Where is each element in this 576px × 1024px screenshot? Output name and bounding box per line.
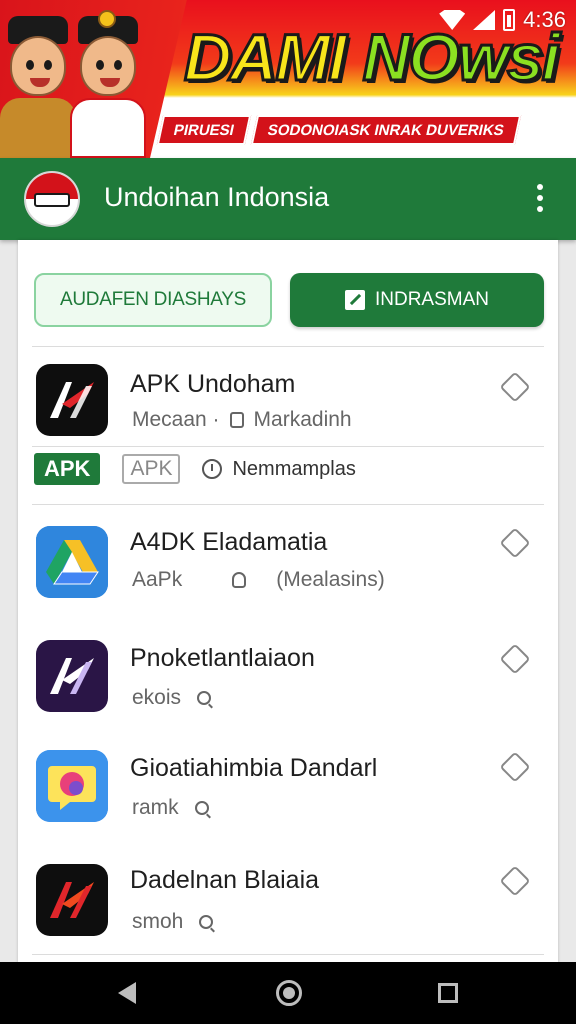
tag-text: Nemmamplas (232, 457, 356, 480)
filled-action-label: INDRASMAN (374, 289, 489, 310)
app-name: Dadelnan Blaiaia (130, 866, 320, 894)
mascot-boy-illustration (0, 8, 76, 158)
divider (32, 954, 544, 955)
app-meta-text: AaPk (132, 568, 183, 591)
storage-icon (229, 412, 244, 428)
app-meta-text: ramk (132, 796, 179, 819)
apk-tag-outline[interactable]: APK (122, 454, 181, 484)
mascot-girl-illustration (70, 8, 146, 158)
tag-row: APK APK Nemmamplas (34, 452, 356, 486)
system-navigation-bar (0, 962, 576, 1024)
banner-ribbon-2: SODONOIASK INRAK DUVERIKS (250, 115, 522, 145)
search-icon (197, 691, 212, 705)
banner-headline-part-1: DAMI (183, 20, 349, 94)
app-name: A4DK Eladamatia (130, 528, 328, 556)
banner-ribbon-1: PIRUESI (156, 115, 252, 145)
battery-icon (503, 9, 516, 31)
app-list-item[interactable]: Gioatiahimbia Dandarl ramk (18, 738, 558, 848)
favorite-icon[interactable] (499, 865, 531, 897)
divider (32, 504, 544, 505)
filled-action-button[interactable]: INDRASMAN (290, 273, 544, 327)
status-time: 4:36 (523, 7, 566, 32)
app-meta-text: Markadinh (253, 408, 352, 431)
wifi-icon (439, 10, 466, 30)
app-name: Pnoketlantlaiaon (130, 644, 315, 672)
app-icon-purple (36, 640, 108, 712)
back-icon[interactable] (118, 982, 136, 1004)
recent-apps-icon[interactable] (438, 983, 458, 1003)
apk-tag-filled[interactable]: APK (34, 453, 101, 485)
app-icon-dark-red (36, 864, 108, 936)
home-icon[interactable] (276, 980, 302, 1006)
app-meta: ramk (132, 796, 209, 820)
search-icon (194, 801, 209, 815)
clock-icon (202, 459, 223, 479)
status-bar: 4:36 (439, 6, 566, 34)
app-title: Undoihan Indonsia (104, 182, 330, 212)
app-list-item[interactable]: Pnoketlantlaiaon ekois (18, 626, 558, 736)
app-meta: smoh (132, 910, 214, 934)
app-meta-text: (Mealasins) (276, 568, 385, 591)
edit-icon (344, 290, 365, 310)
app-bar: Undoihan Indonsia (0, 158, 576, 240)
search-icon (199, 915, 214, 929)
outline-action-button[interactable]: AUDAFEN DIASHAYS (34, 273, 272, 327)
overflow-menu-icon[interactable] (530, 178, 550, 218)
app-list-item[interactable]: APK Undoham Mecaan · Markadinh (18, 346, 558, 456)
app-name: APK Undoham (130, 370, 296, 398)
app-meta: AaPk (Mealasins) (132, 568, 385, 592)
favorite-icon[interactable] (499, 751, 531, 783)
content-card: AUDAFEN DIASHAYS INDRASMAN APK Undoham M… (18, 240, 558, 964)
app-icon-chat (36, 750, 108, 822)
app-meta-text: smoh (132, 910, 184, 933)
signal-icon (473, 10, 496, 30)
favorite-icon[interactable] (499, 643, 531, 675)
favorite-icon[interactable] (499, 527, 531, 559)
bell-icon (232, 572, 247, 588)
app-icon-drive (36, 526, 108, 598)
app-list-item[interactable]: Dadelnan Blaiaia smoh (18, 850, 558, 960)
app-icon-apk-undoham (36, 364, 108, 436)
promo-banner[interactable]: DAMI NOwsi PIRUESI SODONOIASK INRAK DUVER… (0, 0, 576, 158)
favorite-icon[interactable] (499, 371, 531, 403)
app-name: Gioatiahimbia Dandarl (130, 754, 378, 782)
divider (32, 446, 544, 447)
app-meta-text: Mecaan · (132, 408, 220, 431)
app-meta-text: ekois (132, 686, 182, 709)
app-list-item[interactable]: A4DK Eladamatia AaPk (Mealasins) (18, 510, 558, 620)
app-meta: Mecaan · Markadinh (132, 408, 352, 432)
banner-ribbon: PIRUESI SODONOIASK INRAK DUVERIKS (156, 115, 522, 145)
app-logo-icon (24, 171, 80, 227)
app-meta: ekois (132, 686, 212, 710)
